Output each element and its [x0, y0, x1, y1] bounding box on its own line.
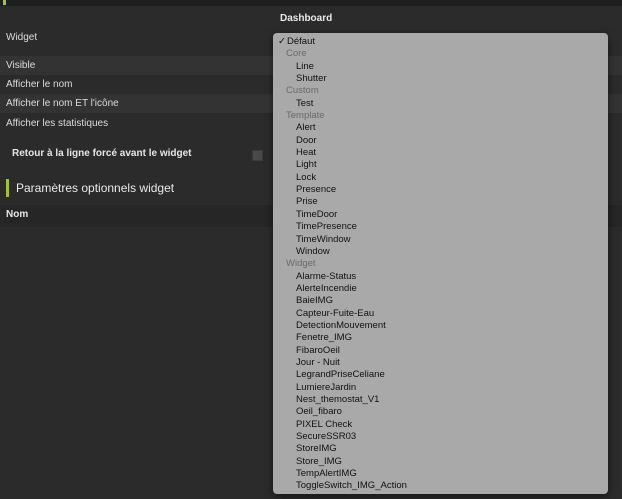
option-label: BaieIMG [296, 295, 333, 307]
page-title: Dashboard [280, 13, 333, 24]
dropdown-option[interactable]: PIXEL Check [273, 419, 608, 431]
dropdown-option[interactable]: Door [273, 135, 608, 147]
col-nom-header: Nom [6, 209, 29, 220]
option-label: Window [296, 245, 330, 257]
dropdown-option[interactable]: StoreIMG [273, 443, 608, 455]
dropdown-group-label: Custom [273, 85, 608, 97]
option-label: Shutter [296, 73, 327, 85]
option-label: SecureSSR03 [296, 431, 357, 442]
dropdown-option[interactable]: ✓Défaut [273, 36, 608, 48]
dropdown-option[interactable]: LegrandPriseCeliane [273, 369, 608, 381]
dropdown-option[interactable]: TimePresence [273, 221, 608, 233]
afficher-nom-label: Afficher le nom [6, 79, 73, 90]
dropdown-option[interactable]: DetectionMouvement [273, 320, 608, 332]
dropdown-option[interactable]: Alert [273, 122, 608, 134]
option-label: Light [296, 159, 317, 171]
dropdown-group-label: Core [273, 48, 608, 60]
dropdown-option[interactable]: Jour - Nuit [273, 357, 608, 369]
dropdown-option[interactable]: FibaroOeil [273, 345, 608, 357]
retour-ligne-label: Retour à la ligne forcé avant le widget [12, 148, 192, 159]
dropdown-option[interactable]: Nest_themostat_V1 [273, 394, 608, 406]
option-label: FibaroOeil [296, 344, 340, 356]
option-label: Heat [296, 147, 317, 159]
dropdown-option[interactable]: BaieIMG [273, 295, 608, 307]
dropdown-group-label: Widget [273, 258, 608, 270]
top-accent [3, 0, 6, 5]
dropdown-option[interactable]: Window [273, 246, 608, 258]
dropdown-option[interactable]: Presence [273, 184, 608, 196]
top-bar [0, 0, 622, 6]
option-label: TempAlertIMG [296, 468, 357, 480]
dropdown-option[interactable]: Test [273, 98, 608, 110]
option-label: ToggleSwitch_IMG_Action [296, 480, 407, 492]
dropdown-option[interactable]: Heat [273, 147, 608, 159]
dropdown-option[interactable]: Fenetre_IMG [273, 332, 608, 344]
dropdown-option[interactable]: TempAlertIMG [273, 468, 608, 480]
dropdown-option[interactable]: Shutter [273, 73, 608, 85]
checkmark-icon: ✓ [278, 36, 286, 47]
option-label: AlerteIncendie [296, 282, 357, 294]
option-label: Template [286, 110, 325, 122]
option-label: Nest_themostat_V1 [296, 393, 380, 405]
retour-ligne-checkbox[interactable] [252, 150, 263, 161]
option-label: Fenetre_IMG [296, 332, 352, 344]
dropdown-option[interactable]: Capteur-Fuite-Eau [273, 308, 608, 320]
option-label: Défaut [287, 36, 315, 47]
dropdown-option[interactable]: Light [273, 159, 608, 171]
option-label: LumiereJardin [296, 381, 357, 393]
option-label: Core [286, 48, 307, 60]
dropdown-option[interactable]: Oeil_fibaro [273, 406, 608, 418]
dropdown-option[interactable]: SecureSSR03 [273, 431, 608, 443]
option-label: Widget [286, 258, 316, 270]
dropdown-option[interactable]: Lock [273, 172, 608, 184]
option-label: Prise [296, 196, 318, 208]
option-label: Test [296, 97, 314, 109]
option-label: Oeil_fibaro [296, 406, 342, 418]
dropdown-option[interactable]: Line [273, 61, 608, 73]
visible-label: Visible [6, 60, 36, 71]
option-label: Store_IMG [296, 455, 342, 467]
option-label: DetectionMouvement [296, 319, 386, 331]
option-label: TimePresence [296, 221, 357, 233]
option-label: Lock [296, 171, 317, 183]
option-label: Jour - Nuit [296, 356, 340, 368]
option-label: Alarme-Status [296, 270, 357, 282]
dropdown-option[interactable]: AlerteIncendie [273, 283, 608, 295]
dropdown-option[interactable]: ToggleSwitch_IMG_Action [273, 480, 608, 492]
afficher-stats-label: Afficher les statistiques [6, 118, 109, 129]
option-label: Alert [296, 122, 316, 134]
option-label: LegrandPriseCeliane [296, 369, 385, 381]
section-title: Paramètres optionnels widget [6, 179, 174, 197]
option-label: Capteur-Fuite-Eau [296, 307, 375, 319]
widget-select-dropdown[interactable]: ✓Défaut Core Line Shutter Custom Test Template… [273, 33, 608, 494]
option-label: TimeWindow [296, 233, 351, 245]
dropdown-option[interactable]: TimeDoor [273, 209, 608, 221]
dropdown-option[interactable]: Alarme-Status [273, 271, 608, 283]
option-label: Door [296, 134, 317, 146]
option-label: Presence [296, 184, 337, 196]
dropdown-option[interactable]: LumiereJardin [273, 382, 608, 394]
dropdown-option[interactable]: Store_IMG [273, 456, 608, 468]
dropdown-option[interactable]: TimeWindow [273, 234, 608, 246]
option-label: PIXEL Check [296, 418, 353, 430]
option-label: Custom [286, 85, 319, 97]
dropdown-group-label: Template [273, 110, 608, 122]
widget-label: Widget [6, 32, 38, 43]
option-label: Line [296, 60, 314, 72]
option-label: StoreIMG [296, 443, 337, 455]
afficher-nom-icone-label: Afficher le nom ET l'icône [6, 98, 119, 109]
dropdown-option[interactable]: Prise [273, 196, 608, 208]
option-label: TimeDoor [296, 208, 338, 220]
